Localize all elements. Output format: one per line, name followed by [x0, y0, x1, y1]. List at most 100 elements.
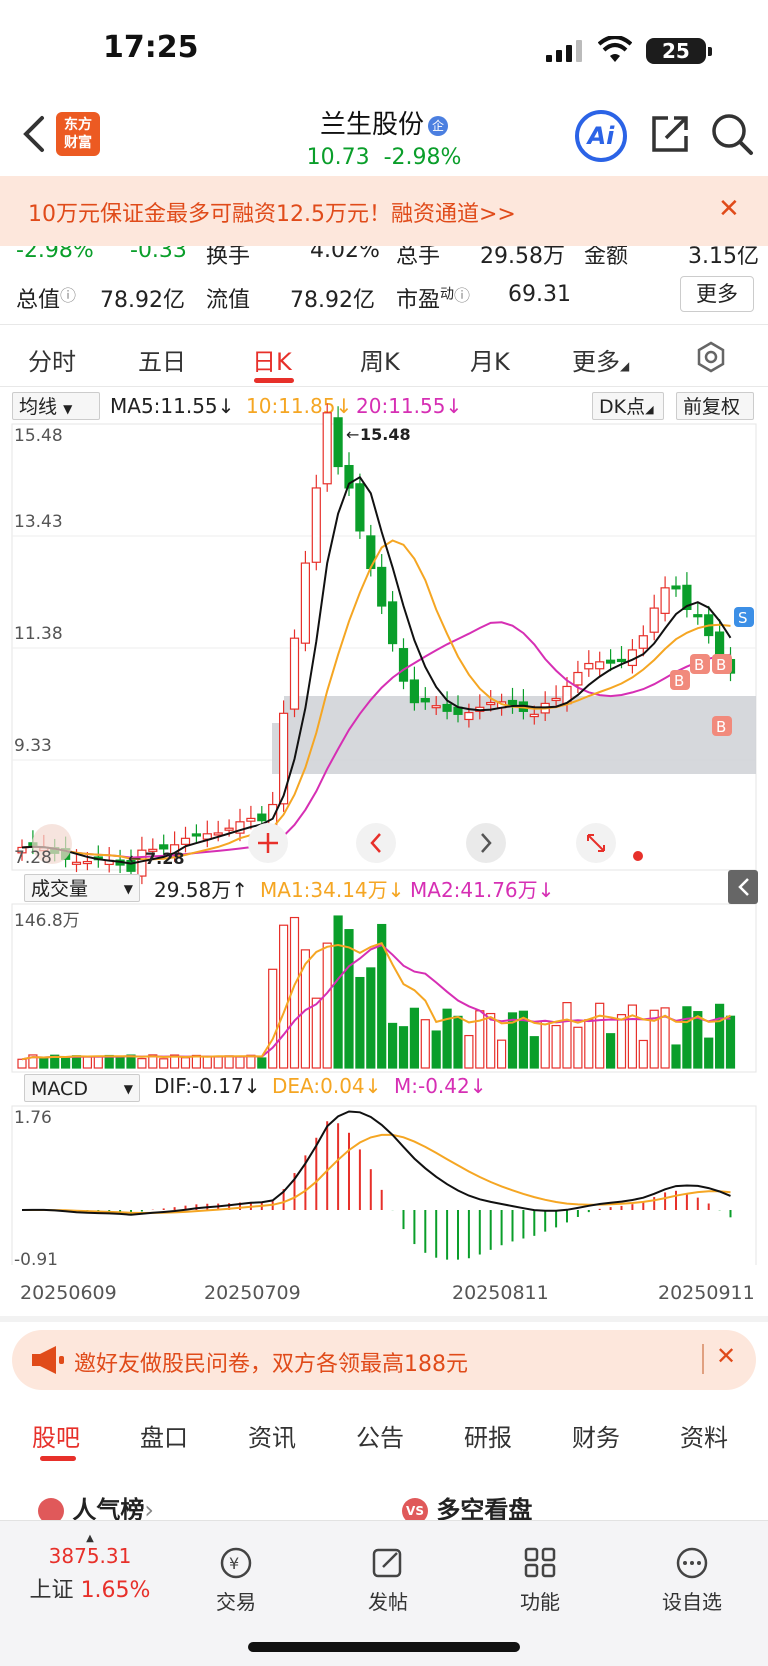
active-tab-underline	[40, 1456, 76, 1461]
volume-bar	[497, 1039, 507, 1069]
info-icon: ⓘ	[60, 286, 77, 305]
volume-ma1: MA1:34.14万↓	[260, 878, 405, 902]
candle	[693, 614, 703, 618]
megaphone-icon	[32, 1346, 64, 1374]
gear-icon[interactable]	[694, 340, 728, 374]
margin-banner-text[interactable]: 10万元保证金最多可融资12.5万元！融资通道>>	[28, 196, 516, 228]
stat-pe-label: 市盈动ⓘ	[396, 286, 471, 313]
volume-bar	[159, 1058, 169, 1069]
tab-pankou[interactable]: 盘口	[140, 1418, 188, 1453]
volume-selector[interactable]: 成交量 ▼	[24, 874, 140, 902]
price-axis-tick: 11.38	[14, 624, 63, 644]
tab-profile[interactable]: 资料	[680, 1418, 728, 1453]
tab-finance[interactable]: 财务	[572, 1418, 620, 1453]
index-quote[interactable]: ▲ 3875.31 上证 1.65%	[20, 1533, 160, 1604]
stat-mktcap: 78.92亿	[100, 288, 185, 313]
volume-bar	[693, 1011, 703, 1069]
price-axis-tick: 9.33	[14, 736, 52, 756]
ai-assistant-icon[interactable]: Ai	[575, 110, 627, 162]
candle	[213, 832, 223, 836]
volume-bar	[431, 1030, 441, 1069]
volume-bar	[584, 1019, 594, 1069]
close-icon[interactable]: ✕	[718, 194, 740, 224]
buy-signal-label: B	[694, 656, 704, 674]
low-mark: ←	[128, 849, 141, 868]
buy-signal-label: B	[674, 672, 684, 690]
volume-axis-max: 146.8万	[14, 911, 80, 931]
home-indicator	[248, 1642, 520, 1652]
tab-intraday[interactable]: 分时	[28, 342, 76, 377]
stock-name: 兰生股份	[319, 110, 424, 140]
candle	[355, 483, 365, 532]
tab-monthly-k[interactable]: 月K	[470, 342, 510, 377]
tab-daily-k[interactable]: 日K	[252, 342, 292, 377]
volume-bar	[311, 997, 321, 1069]
section-divider	[0, 1316, 768, 1322]
volume-bar	[213, 1055, 223, 1069]
macd-dea: DEA:0.04↓	[272, 1074, 382, 1098]
separator	[702, 1344, 704, 1374]
volume-bar	[366, 967, 376, 1069]
expand-up-icon: ▲	[86, 1533, 94, 1544]
volume-bar	[682, 1006, 692, 1069]
scroll-left-button	[356, 823, 396, 863]
invite-banner[interactable]: 邀好友做股民问卷，双方各领最高188元 ✕	[12, 1330, 756, 1390]
candle	[409, 679, 419, 704]
tab-weekly-k[interactable]: 周K	[360, 342, 400, 377]
candle	[279, 712, 289, 805]
clock: 17:25	[103, 30, 199, 65]
volume-bar	[202, 1056, 212, 1069]
grid-icon	[524, 1547, 556, 1578]
high-mark: ←	[346, 425, 359, 444]
search-icon[interactable]	[710, 112, 754, 156]
tab-more[interactable]: 更多◢	[572, 342, 629, 377]
date-label: 20250709	[204, 1282, 301, 1304]
nav-trade[interactable]: ¥ 交易	[196, 1545, 276, 1615]
battery-icon: 25	[646, 38, 712, 64]
candle	[322, 412, 332, 485]
share-icon[interactable]	[650, 114, 690, 154]
candle	[388, 601, 398, 645]
candle	[180, 837, 191, 845]
candle	[486, 701, 496, 706]
last-price: 10.73	[306, 145, 370, 170]
price-axis-min: 7.28	[14, 848, 52, 868]
volume-bar	[464, 1034, 474, 1069]
price-axis-max: 15.48	[14, 426, 63, 446]
nav-post[interactable]: 发帖	[348, 1545, 428, 1615]
sell-signal-label: S	[738, 609, 748, 627]
nav-functions[interactable]: 功能	[500, 1545, 580, 1615]
volume-bar	[257, 1057, 267, 1069]
close-icon[interactable]: ✕	[716, 1342, 736, 1370]
date-label: 20250609	[20, 1282, 117, 1304]
candle	[714, 631, 725, 655]
volume-bar	[39, 1057, 49, 1069]
battery-cap	[708, 47, 712, 56]
more-stats-button[interactable]: 更多	[680, 276, 754, 312]
tab-research[interactable]: 研报	[464, 1418, 512, 1453]
date-label: 20250811	[452, 1282, 549, 1304]
macd-selector[interactable]: MACD ▼	[24, 1074, 140, 1102]
stock-chart[interactable]: ← 15.48 ← 7.28 BB BBS	[0, 385, 768, 1265]
volume-bar	[235, 1056, 245, 1069]
tab-news[interactable]: 资讯	[248, 1418, 296, 1453]
index-value: 3875.31	[48, 1544, 132, 1568]
volume-bar	[671, 1044, 681, 1069]
candle	[333, 417, 343, 468]
candle	[442, 703, 452, 712]
cellular-signal-icon	[546, 40, 582, 62]
margin-banner[interactable]: 10万元保证金最多可融资12.5万元！融资通道>> ✕	[0, 176, 768, 246]
volume-bar	[704, 1037, 714, 1069]
tab-guba[interactable]: 股吧	[32, 1418, 80, 1453]
volume-bar	[714, 1003, 725, 1069]
candle	[246, 817, 256, 822]
macd-axis-min: -0.91	[14, 1250, 58, 1270]
invite-banner-text[interactable]: 邀好友做股民问卷，双方各领最高188元	[74, 1346, 468, 1378]
tab-announcements[interactable]: 公告	[356, 1418, 404, 1453]
nav-add-watchlist[interactable]: 设自选	[652, 1545, 732, 1615]
live-dot	[633, 851, 643, 861]
volume-bar	[453, 1015, 463, 1069]
volume-bar	[268, 968, 278, 1069]
tab-five-day[interactable]: 五日	[138, 342, 186, 377]
macd-frame	[11, 1105, 757, 1265]
